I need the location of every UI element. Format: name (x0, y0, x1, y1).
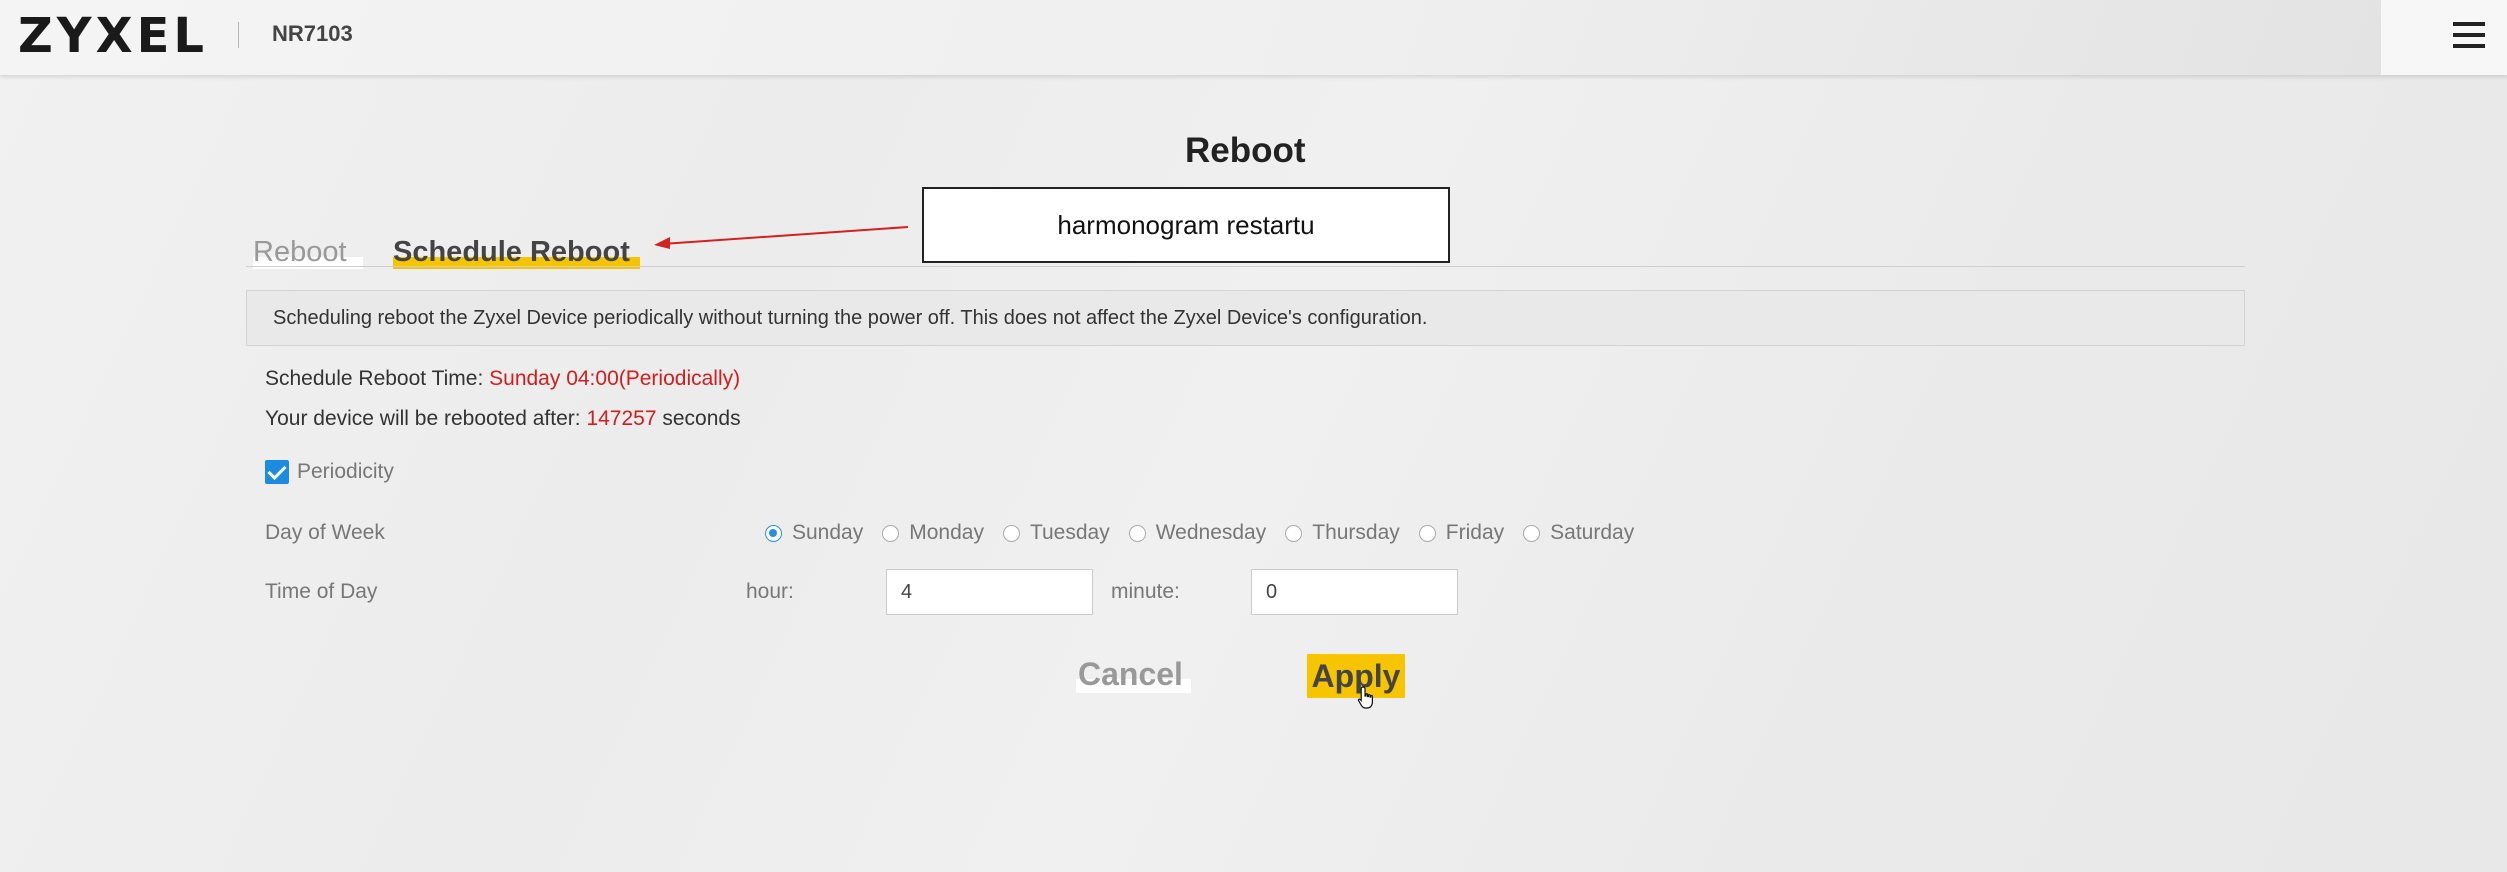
header-divider (238, 22, 239, 48)
annotation-callout: harmonogram restartu (922, 187, 1450, 263)
radio-button[interactable] (1002, 524, 1020, 542)
hour-input[interactable] (886, 569, 1093, 615)
day-of-week-radios: Sunday Monday Tuesday Wednesday Thursday… (765, 519, 1653, 547)
tab-reboot[interactable]: Reboot (253, 236, 363, 269)
time-of-day-label: Time of Day (265, 580, 378, 603)
radio-label: Saturday (1550, 521, 1635, 544)
minute-label: minute: (1111, 580, 1180, 603)
radio-button[interactable] (1128, 524, 1146, 542)
radio-label: Monday (909, 521, 984, 544)
reboot-countdown: Your device will be rebooted after: 1472… (265, 407, 741, 431)
radio-thursday[interactable]: Thursday (1285, 521, 1400, 545)
schedule-reboot-time: Schedule Reboot Time: Sunday 04:00(Perio… (265, 367, 740, 391)
radio-sunday[interactable]: Sunday (765, 521, 863, 545)
top-header: ZYXEL NR7103 (0, 0, 2507, 75)
zyxel-logo[interactable]: ZYXEL (18, 8, 208, 64)
radio-label: Thursday (1312, 521, 1400, 544)
radio-label: Sunday (792, 521, 864, 544)
schedule-time-value: Sunday 04:00(Periodically) (489, 367, 741, 390)
annotation-arrow-icon (654, 226, 909, 249)
radio-button[interactable] (882, 524, 900, 542)
radio-monday[interactable]: Monday (882, 521, 984, 545)
periodicity-checkbox[interactable] (265, 460, 289, 484)
menu-button[interactable] (2381, 0, 2507, 75)
radio-label: Tuesday (1029, 521, 1110, 544)
radio-label: Friday (1445, 521, 1505, 544)
periodicity-label: Periodicity (297, 460, 394, 483)
hamburger-menu-icon[interactable] (2453, 22, 2485, 48)
info-bar: Scheduling reboot the Zyxel Device perio… (246, 290, 2245, 346)
day-of-week-label: Day of Week (265, 521, 385, 544)
radio-saturday[interactable]: Saturday (1523, 521, 1634, 545)
hand-cursor-icon (1357, 686, 1373, 709)
radio-tuesday[interactable]: Tuesday (1002, 521, 1110, 545)
radio-button[interactable] (1523, 524, 1541, 542)
radio-friday[interactable]: Friday (1418, 521, 1505, 545)
radio-label: Wednesday (1155, 521, 1267, 544)
info-text: Scheduling reboot the Zyxel Device perio… (273, 307, 1428, 329)
hour-label: hour: (746, 580, 794, 603)
page-title: Reboot (1185, 131, 1306, 170)
schedule-time-label: Schedule Reboot Time: (265, 367, 484, 390)
device-model: NR7103 (272, 21, 353, 46)
minute-input[interactable] (1251, 569, 1458, 615)
countdown-value: 147257 (586, 407, 657, 430)
cancel-button[interactable]: Cancel (1076, 656, 1191, 693)
tab-divider (246, 266, 2245, 267)
radio-button[interactable] (1285, 524, 1303, 542)
radio-button[interactable] (1418, 524, 1436, 542)
countdown-label: Your device will be rebooted after: (265, 407, 581, 430)
apply-button[interactable]: Apply (1307, 654, 1405, 698)
periodicity-option[interactable]: Periodicity (265, 459, 394, 485)
countdown-unit: seconds (662, 407, 741, 430)
tab-schedule-reboot[interactable]: Schedule Reboot (393, 236, 640, 269)
radio-wednesday[interactable]: Wednesday (1128, 521, 1267, 545)
radio-button[interactable] (765, 524, 782, 542)
